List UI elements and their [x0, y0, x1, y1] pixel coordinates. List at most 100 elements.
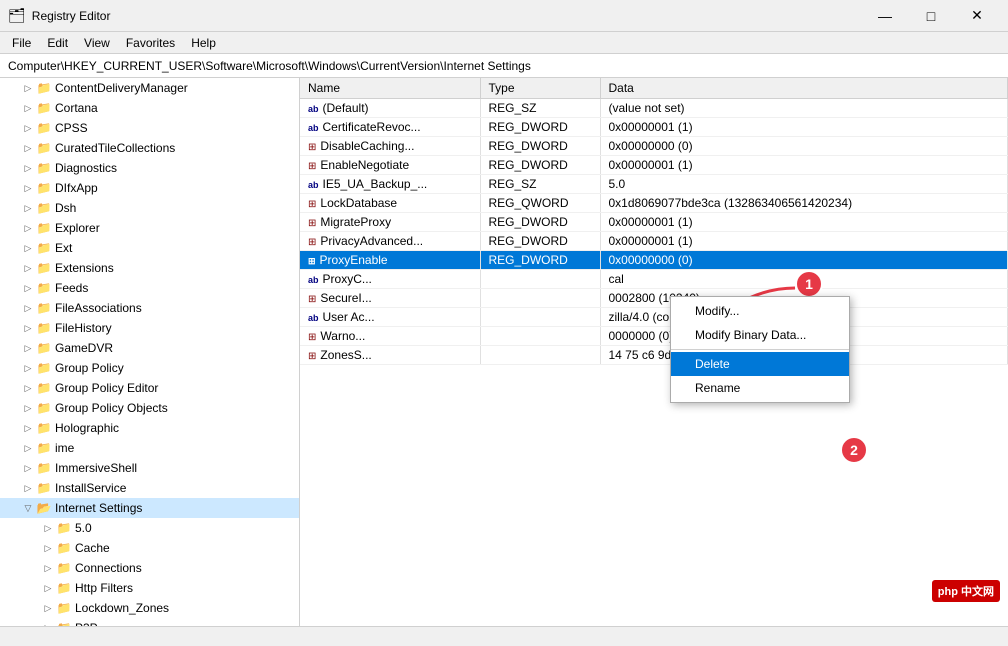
- table-row[interactable]: ⊞DisableCaching... REG_DWORD 0x00000000 …: [300, 137, 1008, 156]
- tree-item[interactable]: ▷ 📁 Group Policy Objects: [0, 398, 299, 418]
- expand-icon[interactable]: ▷: [20, 220, 36, 236]
- tree-panel[interactable]: ▷ 📁 ContentDeliveryManager ▷ 📁 Cortana ▷…: [0, 78, 300, 626]
- menu-favorites[interactable]: Favorites: [118, 34, 183, 52]
- expand-icon[interactable]: ▷: [40, 540, 56, 556]
- expand-icon[interactable]: ▷: [20, 280, 36, 296]
- reg-data: 0x00000000 (0): [600, 251, 1008, 270]
- tree-item[interactable]: ▷ 📁 ime: [0, 438, 299, 458]
- expand-icon[interactable]: ▷: [20, 260, 36, 276]
- tree-item[interactable]: ▷ 📁 ContentDeliveryManager: [0, 78, 299, 98]
- tree-item[interactable]: ▷ 📁 Http Filters: [0, 578, 299, 598]
- expand-icon[interactable]: ▷: [20, 160, 36, 176]
- reg-data: 5.0: [600, 175, 1008, 194]
- expand-icon[interactable]: ▽: [20, 500, 36, 516]
- expand-icon[interactable]: ▷: [20, 140, 36, 156]
- tree-label: CPSS: [55, 121, 88, 135]
- context-menu-modify-binary[interactable]: Modify Binary Data...: [671, 323, 849, 347]
- close-button[interactable]: ✕: [954, 0, 1000, 32]
- context-menu-modify[interactable]: Modify...: [671, 299, 849, 323]
- table-row[interactable]: ⊞PrivacyAdvanced... REG_DWORD 0x00000001…: [300, 232, 1008, 251]
- expand-icon[interactable]: ▷: [40, 580, 56, 596]
- col-name[interactable]: Name: [300, 78, 480, 99]
- app-icon: 🗂: [8, 7, 26, 24]
- menu-help[interactable]: Help: [183, 34, 224, 52]
- tree-item[interactable]: ▷ 📁 FileAssociations: [0, 298, 299, 318]
- tree-item[interactable]: ▷ 📁 GameDVR: [0, 338, 299, 358]
- table-row[interactable]: ⊞SecureI... 0002800 (10240): [300, 289, 1008, 308]
- tree-item[interactable]: ▷ 📁 Group Policy: [0, 358, 299, 378]
- tree-item[interactable]: ▷ 📁 Diagnostics: [0, 158, 299, 178]
- table-row[interactable]: abIE5_UA_Backup_... REG_SZ 5.0: [300, 175, 1008, 194]
- expand-icon[interactable]: ▷: [40, 520, 56, 536]
- tree-item[interactable]: ▷ 📁 CuratedTileCollections: [0, 138, 299, 158]
- tree-item[interactable]: ▷ 📁 InstallService: [0, 478, 299, 498]
- tree-item[interactable]: ▷ 📁 Ext: [0, 238, 299, 258]
- table-row[interactable]: ⊞Warno... 0000000 (0): [300, 327, 1008, 346]
- table-row[interactable]: ⊞EnableNegotiate REG_DWORD 0x00000001 (1…: [300, 156, 1008, 175]
- folder-icon: 📁: [36, 220, 52, 236]
- expand-icon[interactable]: ▷: [20, 80, 36, 96]
- tree-item[interactable]: ▷ 📁 FileHistory: [0, 318, 299, 338]
- tree-item[interactable]: ▷ 📁 CPSS: [0, 118, 299, 138]
- table-row[interactable]: abUser Ac... zilla/4.0 (compatible; MSIE…: [300, 308, 1008, 327]
- expand-icon[interactable]: ▷: [20, 240, 36, 256]
- expand-icon[interactable]: ▷: [20, 100, 36, 116]
- context-menu-delete[interactable]: Delete: [671, 352, 849, 376]
- folder-icon: 📁: [36, 460, 52, 476]
- table-row[interactable]: ⊞MigrateProxy REG_DWORD 0x00000001 (1): [300, 213, 1008, 232]
- tree-item-internet-settings[interactable]: ▽ 📂 Internet Settings: [0, 498, 299, 518]
- table-row[interactable]: ⊞LockDatabase REG_QWORD 0x1d8069077bde3c…: [300, 194, 1008, 213]
- tree-item[interactable]: ▷ 📁 Connections: [0, 558, 299, 578]
- expand-icon[interactable]: ▷: [20, 340, 36, 356]
- expand-icon[interactable]: ▷: [20, 320, 36, 336]
- expand-icon[interactable]: ▷: [20, 440, 36, 456]
- expand-icon[interactable]: ▷: [20, 380, 36, 396]
- reg-name: ProxyEnable: [320, 253, 388, 267]
- tree-item[interactable]: ▷ 📁 Dsh: [0, 198, 299, 218]
- tree-item[interactable]: ▷ 📁 Feeds: [0, 278, 299, 298]
- expand-icon[interactable]: ▷: [20, 400, 36, 416]
- reg-type: REG_SZ: [480, 175, 600, 194]
- folder-icon: 📁: [36, 380, 52, 396]
- tree-item[interactable]: ▷ 📁 Explorer: [0, 218, 299, 238]
- expand-icon[interactable]: ▷: [40, 600, 56, 616]
- expand-icon[interactable]: ▷: [20, 420, 36, 436]
- folder-icon: 📁: [56, 580, 72, 596]
- tree-item[interactable]: ▷ 📁 Lockdown_Zones: [0, 598, 299, 618]
- tree-item[interactable]: ▷ 📁 5.0: [0, 518, 299, 538]
- tree-item[interactable]: ▷ 📁 Cortana: [0, 98, 299, 118]
- expand-icon[interactable]: ▷: [20, 360, 36, 376]
- col-type[interactable]: Type: [480, 78, 600, 99]
- maximize-button[interactable]: □: [908, 0, 954, 32]
- minimize-button[interactable]: —: [862, 0, 908, 32]
- col-data[interactable]: Data: [600, 78, 1008, 99]
- menu-edit[interactable]: Edit: [39, 34, 76, 52]
- tree-item[interactable]: ▷ 📁 Holographic: [0, 418, 299, 438]
- menu-file[interactable]: File: [4, 34, 39, 52]
- expand-icon[interactable]: ▷: [40, 620, 56, 626]
- expand-icon[interactable]: ▷: [40, 560, 56, 576]
- table-row[interactable]: ⊞ZonesS... 14 75 c6 9d aa d7 01: [300, 346, 1008, 365]
- menu-view[interactable]: View: [76, 34, 118, 52]
- context-menu-rename[interactable]: Rename: [671, 376, 849, 400]
- tree-item[interactable]: ▷ 📁 DIfxApp: [0, 178, 299, 198]
- expand-icon[interactable]: ▷: [20, 460, 36, 476]
- tree-item[interactable]: ▷ 📁 Group Policy Editor: [0, 378, 299, 398]
- expand-icon[interactable]: ▷: [20, 120, 36, 136]
- reg-name: EnableNegotiate: [320, 158, 409, 172]
- table-row-proxy-enable[interactable]: ⊞ProxyEnable REG_DWORD 0x00000000 (0): [300, 251, 1008, 270]
- table-row[interactable]: abProxyC... cal: [300, 270, 1008, 289]
- type-icon-reg: ⊞: [308, 218, 316, 229]
- table-row[interactable]: ab(Default) REG_SZ (value not set): [300, 99, 1008, 118]
- expand-icon[interactable]: ▷: [20, 200, 36, 216]
- expand-icon[interactable]: ▷: [20, 180, 36, 196]
- tree-item[interactable]: ▷ 📁 P3P: [0, 618, 299, 626]
- tree-item[interactable]: ▷ 📁 Cache: [0, 538, 299, 558]
- table-row[interactable]: abCertificateRevoc... REG_DWORD 0x000000…: [300, 118, 1008, 137]
- tree-item[interactable]: ▷ 📁 Extensions: [0, 258, 299, 278]
- expand-icon[interactable]: ▷: [20, 300, 36, 316]
- folder-icon: 📁: [56, 540, 72, 556]
- tree-item[interactable]: ▷ 📁 ImmersiveShell: [0, 458, 299, 478]
- expand-icon[interactable]: ▷: [20, 480, 36, 496]
- tree-label: 5.0: [75, 521, 92, 535]
